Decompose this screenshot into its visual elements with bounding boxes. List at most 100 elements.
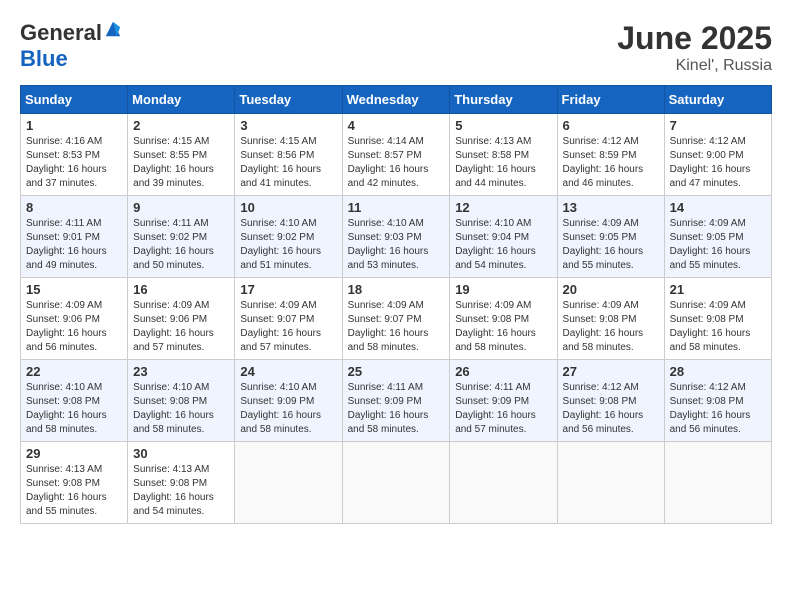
day-number: 22 (26, 364, 122, 379)
logo-general-text: General (20, 20, 102, 46)
day-info: Sunrise: 4:09 AMSunset: 9:07 PMDaylight:… (348, 299, 445, 355)
day-number: 2 (133, 118, 229, 133)
day-number: 15 (26, 282, 122, 297)
calendar-day-cell: 21Sunrise: 4:09 AMSunset: 9:08 PMDayligh… (664, 278, 771, 360)
day-number: 19 (455, 282, 551, 297)
calendar-day-cell: 20Sunrise: 4:09 AMSunset: 9:08 PMDayligh… (557, 278, 664, 360)
weekday-header: Wednesday (342, 86, 450, 114)
day-info: Sunrise: 4:10 AMSunset: 9:02 PMDaylight:… (240, 217, 336, 273)
day-number: 3 (240, 118, 336, 133)
logo-icon (104, 20, 122, 38)
day-number: 18 (348, 282, 445, 297)
day-info: Sunrise: 4:13 AMSunset: 9:08 PMDaylight:… (26, 463, 122, 519)
calendar-day-cell (557, 442, 664, 524)
location-subtitle: Kinel', Russia (617, 57, 772, 75)
day-number: 1 (26, 118, 122, 133)
day-info: Sunrise: 4:11 AMSunset: 9:09 PMDaylight:… (455, 381, 551, 437)
day-info: Sunrise: 4:12 AMSunset: 8:59 PMDaylight:… (563, 135, 659, 191)
day-info: Sunrise: 4:11 AMSunset: 9:01 PMDaylight:… (26, 217, 122, 273)
weekday-header: Thursday (450, 86, 557, 114)
weekday-header: Monday (128, 86, 235, 114)
calendar-day-cell: 9Sunrise: 4:11 AMSunset: 9:02 PMDaylight… (128, 196, 235, 278)
day-number: 24 (240, 364, 336, 379)
calendar-day-cell: 27Sunrise: 4:12 AMSunset: 9:08 PMDayligh… (557, 360, 664, 442)
day-info: Sunrise: 4:09 AMSunset: 9:08 PMDaylight:… (563, 299, 659, 355)
title-block: June 2025 Kinel', Russia (617, 20, 772, 75)
day-number: 27 (563, 364, 659, 379)
day-info: Sunrise: 4:09 AMSunset: 9:08 PMDaylight:… (455, 299, 551, 355)
calendar-week-row: 22 Sunrise: 4:10 AMSunset: 9:08 PMDayligh… (21, 360, 772, 442)
calendar-day-cell: 17Sunrise: 4:09 AMSunset: 9:07 PMDayligh… (235, 278, 342, 360)
calendar-day-cell: 8 Sunrise: 4:11 AMSunset: 9:01 PMDaylight… (21, 196, 128, 278)
day-info: Sunrise: 4:09 AMSunset: 9:07 PMDaylight:… (240, 299, 336, 355)
day-number: 8 (26, 200, 122, 215)
calendar-day-cell: 5Sunrise: 4:13 AMSunset: 8:58 PMDaylight… (450, 114, 557, 196)
calendar-day-cell: 2Sunrise: 4:15 AMSunset: 8:55 PMDaylight… (128, 114, 235, 196)
day-number: 9 (133, 200, 229, 215)
day-number: 30 (133, 446, 229, 461)
calendar-day-cell: 30 Sunrise: 4:13 AMSunset: 9:08 PMDayligh… (128, 442, 235, 524)
day-number: 12 (455, 200, 551, 215)
calendar-week-row: 1 Sunrise: 4:16 AMSunset: 8:53 PMDaylight… (21, 114, 772, 196)
calendar-day-cell: 15 Sunrise: 4:09 AMSunset: 9:06 PMDayligh… (21, 278, 128, 360)
day-info: Sunrise: 4:11 AMSunset: 9:09 PMDaylight:… (348, 381, 445, 437)
month-year-title: June 2025 (617, 20, 772, 57)
calendar-day-cell: 26 Sunrise: 4:11 AMSunset: 9:09 PMDayligh… (450, 360, 557, 442)
day-number: 6 (563, 118, 659, 133)
day-info: Sunrise: 4:10 AMSunset: 9:03 PMDaylight:… (348, 217, 445, 273)
day-number: 21 (670, 282, 766, 297)
day-number: 4 (348, 118, 445, 133)
calendar-day-cell: 14 Sunrise: 4:09 AMSunset: 9:05 PMDayligh… (664, 196, 771, 278)
weekday-header: Saturday (664, 86, 771, 114)
calendar-week-row: 15 Sunrise: 4:09 AMSunset: 9:06 PMDayligh… (21, 278, 772, 360)
day-info: Sunrise: 4:13 AMSunset: 8:58 PMDaylight:… (455, 135, 551, 191)
calendar-week-row: 8 Sunrise: 4:11 AMSunset: 9:01 PMDaylight… (21, 196, 772, 278)
calendar-day-cell: 11Sunrise: 4:10 AMSunset: 9:03 PMDayligh… (342, 196, 450, 278)
day-number: 13 (563, 200, 659, 215)
day-number: 7 (670, 118, 766, 133)
day-info: Sunrise: 4:09 AMSunset: 9:05 PMDaylight:… (670, 217, 766, 273)
day-number: 25 (348, 364, 445, 379)
day-info: Sunrise: 4:16 AMSunset: 8:53 PMDaylight:… (26, 135, 122, 191)
day-info: Sunrise: 4:10 AMSunset: 9:09 PMDaylight:… (240, 381, 336, 437)
day-info: Sunrise: 4:14 AMSunset: 8:57 PMDaylight:… (348, 135, 445, 191)
calendar-day-cell: 3 Sunrise: 4:15 AMSunset: 8:56 PMDaylight… (235, 114, 342, 196)
calendar-day-cell (450, 442, 557, 524)
calendar-day-cell (664, 442, 771, 524)
calendar-day-cell: 19 Sunrise: 4:09 AMSunset: 9:08 PMDayligh… (450, 278, 557, 360)
calendar-day-cell: 24 Sunrise: 4:10 AMSunset: 9:09 PMDayligh… (235, 360, 342, 442)
day-number: 16 (133, 282, 229, 297)
day-info: Sunrise: 4:10 AMSunset: 9:08 PMDaylight:… (133, 381, 229, 437)
calendar-table: SundayMondayTuesdayWednesdayThursdayFrid… (20, 85, 772, 524)
calendar-day-cell: 6 Sunrise: 4:12 AMSunset: 8:59 PMDaylight… (557, 114, 664, 196)
day-info: Sunrise: 4:13 AMSunset: 9:08 PMDaylight:… (133, 463, 229, 519)
calendar-day-cell: 13 Sunrise: 4:09 AMSunset: 9:05 PMDayligh… (557, 196, 664, 278)
weekday-header: Friday (557, 86, 664, 114)
weekday-header: Sunday (21, 86, 128, 114)
calendar-day-cell: 29 Sunrise: 4:13 AMSunset: 9:08 PMDayligh… (21, 442, 128, 524)
calendar-day-cell: 10Sunrise: 4:10 AMSunset: 9:02 PMDayligh… (235, 196, 342, 278)
day-info: Sunrise: 4:12 AMSunset: 9:00 PMDaylight:… (670, 135, 766, 191)
day-info: Sunrise: 4:09 AMSunset: 9:06 PMDaylight:… (133, 299, 229, 355)
calendar-day-cell: 23Sunrise: 4:10 AMSunset: 9:08 PMDayligh… (128, 360, 235, 442)
logo-blue-text: Blue (20, 46, 68, 72)
day-info: Sunrise: 4:09 AMSunset: 9:05 PMDaylight:… (563, 217, 659, 273)
calendar-day-cell (235, 442, 342, 524)
calendar-day-cell: 4 Sunrise: 4:14 AMSunset: 8:57 PMDaylight… (342, 114, 450, 196)
day-number: 28 (670, 364, 766, 379)
day-info: Sunrise: 4:15 AMSunset: 8:56 PMDaylight:… (240, 135, 336, 191)
day-info: Sunrise: 4:10 AMSunset: 9:08 PMDaylight:… (26, 381, 122, 437)
weekday-header: Tuesday (235, 86, 342, 114)
day-number: 29 (26, 446, 122, 461)
calendar-day-cell: 28Sunrise: 4:12 AMSunset: 9:08 PMDayligh… (664, 360, 771, 442)
calendar-week-row: 29 Sunrise: 4:13 AMSunset: 9:08 PMDayligh… (21, 442, 772, 524)
day-info: Sunrise: 4:10 AMSunset: 9:04 PMDaylight:… (455, 217, 551, 273)
calendar-day-cell: 12 Sunrise: 4:10 AMSunset: 9:04 PMDayligh… (450, 196, 557, 278)
calendar-day-cell: 16 Sunrise: 4:09 AMSunset: 9:06 PMDayligh… (128, 278, 235, 360)
day-number: 14 (670, 200, 766, 215)
day-number: 26 (455, 364, 551, 379)
day-info: Sunrise: 4:09 AMSunset: 9:06 PMDaylight:… (26, 299, 122, 355)
calendar-day-cell (342, 442, 450, 524)
calendar-day-cell: 1 Sunrise: 4:16 AMSunset: 8:53 PMDaylight… (21, 114, 128, 196)
logo: General Blue (20, 20, 122, 72)
